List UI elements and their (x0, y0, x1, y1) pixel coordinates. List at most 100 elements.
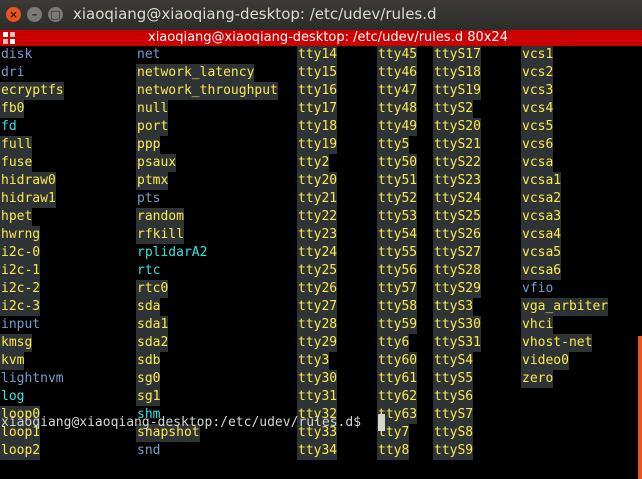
file-entry: snd (137, 443, 161, 458)
tmux-title: xiaoqiang@xiaoqiang-desktop: /etc/udev/r… (148, 30, 508, 45)
file-entry: vcsa2 (521, 190, 562, 208)
file-entry: fuse (0, 154, 33, 172)
file-entry: tty23 (297, 226, 338, 244)
file-entry: loop2 (0, 442, 41, 460)
file-entry: fd (1, 119, 17, 134)
file-entry: tty16 (297, 82, 338, 100)
file-entry: random (136, 208, 184, 226)
file-entry: sg1 (136, 388, 161, 406)
file-entry: i2c-1 (0, 262, 41, 280)
minimize-icon: – (31, 8, 38, 21)
file-entry: tty17 (297, 100, 338, 118)
file-entry: vcsa4 (521, 226, 562, 244)
window-titlebar[interactable]: × – □ xiaoqiang@xiaoqiang-desktop: /etc/… (0, 0, 642, 30)
file-entry: tty48 (377, 100, 418, 118)
minimize-button[interactable]: – (27, 7, 42, 22)
file-entry: tty22 (297, 208, 338, 226)
file-entry: null (136, 100, 169, 118)
file-entry: tty58 (377, 298, 418, 316)
file-entry: tty56 (377, 262, 418, 280)
file-entry: tty51 (377, 172, 418, 190)
file-entry: ttyS24 (433, 190, 481, 208)
file-entry: tty20 (297, 172, 338, 190)
file-entry: tty53 (377, 208, 418, 226)
file-entry: full (0, 136, 33, 154)
file-entry: i2c-3 (0, 298, 41, 316)
file-entry: sda (136, 298, 161, 316)
maximize-icon: □ (50, 8, 61, 21)
file-entry: sdb (136, 352, 161, 370)
file-entry: vcs6 (521, 136, 554, 154)
file-entry: input (1, 317, 41, 332)
file-entry: tty45 (377, 46, 418, 64)
file-entry: ttyS3 (433, 298, 474, 316)
file-entry: tty26 (297, 280, 338, 298)
file-entry: ttyS29 (433, 280, 481, 298)
file-entry: tty52 (377, 190, 418, 208)
file-entry: dri (1, 65, 25, 80)
file-entry: ttyS23 (433, 172, 481, 190)
file-entry: vga_arbiter (521, 298, 609, 316)
file-entry: hwrng (0, 226, 41, 244)
file-entry: tty6 (377, 334, 410, 352)
file-entry: vcsa (521, 154, 554, 172)
file-entry: tty19 (297, 136, 338, 154)
file-entry: tty2 (297, 154, 330, 172)
file-entry: sg0 (136, 370, 161, 388)
close-button[interactable]: × (6, 7, 21, 22)
file-entry: vcs1 (521, 46, 554, 64)
file-entry: ttyS7 (433, 406, 474, 424)
file-entry: ttyS26 (433, 226, 481, 244)
file-entry: tty25 (297, 262, 338, 280)
file-entry: i2c-2 (0, 280, 41, 298)
file-entry: network_latency (136, 64, 255, 82)
file-entry: tty28 (297, 316, 338, 334)
file-entry: video0 (521, 352, 569, 370)
maximize-button[interactable]: □ (48, 7, 63, 22)
text-cursor (378, 414, 385, 431)
file-entry: ttyS21 (433, 136, 481, 154)
file-entry: port (136, 118, 169, 136)
file-entry: tty34 (297, 442, 338, 460)
file-entry: tty61 (377, 370, 418, 388)
file-entry: ttyS22 (433, 154, 481, 172)
file-entry: hidraw0 (0, 172, 56, 190)
file-entry: tty5 (377, 136, 410, 154)
file-entry: tty18 (297, 118, 338, 136)
file-entry: ttyS17 (433, 46, 481, 64)
file-entry: ttyS5 (433, 370, 474, 388)
file-entry: tty50 (377, 154, 418, 172)
file-entry: vcs4 (521, 100, 554, 118)
file-entry: rfkill (136, 226, 184, 244)
file-entry: ttyS30 (433, 316, 481, 334)
file-entry: vcsa5 (521, 244, 562, 262)
file-entry: ttyS6 (433, 388, 474, 406)
file-entry: sda2 (136, 334, 169, 352)
shell-prompt: xiaoqiang@xiaoqiang-desktop:/etc/udev/ru… (1, 415, 369, 430)
scrollbar[interactable] (638, 336, 642, 479)
file-entry: tty49 (377, 118, 418, 136)
file-entry: rplidarA2 (137, 245, 208, 260)
file-entry: ecryptfs (0, 82, 64, 100)
file-entry: tty62 (377, 388, 418, 406)
file-entry: tty60 (377, 352, 418, 370)
file-entry: log (1, 389, 25, 404)
file-entry: tty27 (297, 298, 338, 316)
file-entry: tty24 (297, 244, 338, 262)
file-entry: disk (1, 47, 33, 62)
file-entry: ttyS18 (433, 64, 481, 82)
file-entry: vcs3 (521, 82, 554, 100)
file-entry: ttyS8 (433, 424, 474, 442)
file-entry: ttyS2 (433, 100, 474, 118)
file-entry: vcsa6 (521, 262, 562, 280)
file-entry: zero (521, 370, 554, 388)
file-entry: tty57 (377, 280, 418, 298)
file-entry: ppp (136, 136, 161, 154)
file-entry: ttyS4 (433, 352, 474, 370)
file-entry: tty14 (297, 46, 338, 64)
file-entry: sda1 (136, 316, 169, 334)
file-entry: pts (137, 191, 161, 206)
file-entry: tty3 (297, 352, 330, 370)
file-entry: ttyS28 (433, 262, 481, 280)
file-entry: vhost-net (521, 334, 593, 352)
